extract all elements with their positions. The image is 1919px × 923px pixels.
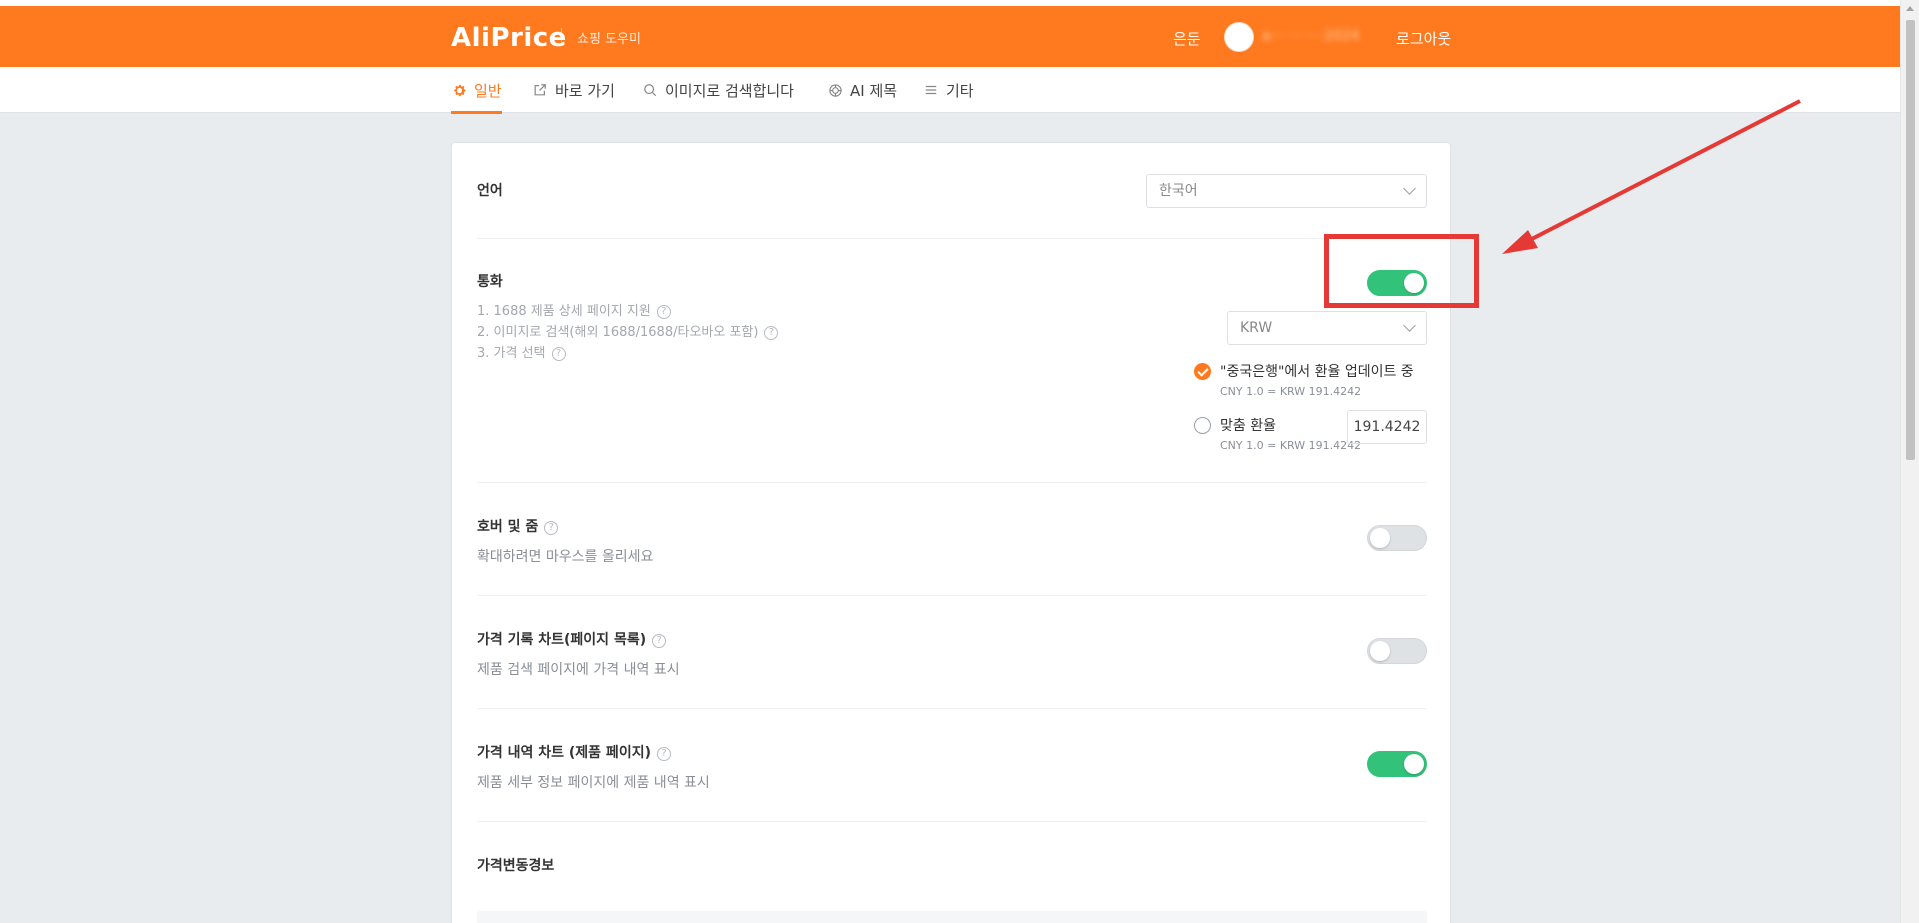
page-scrollbar[interactable] [1900, 0, 1919, 923]
arrow-head [1502, 230, 1538, 254]
annotation-arrow [1502, 99, 1801, 254]
arrow-shaft [1519, 99, 1801, 247]
scroll-thumb[interactable] [1906, 20, 1915, 460]
scroll-up-icon[interactable] [1906, 6, 1914, 11]
